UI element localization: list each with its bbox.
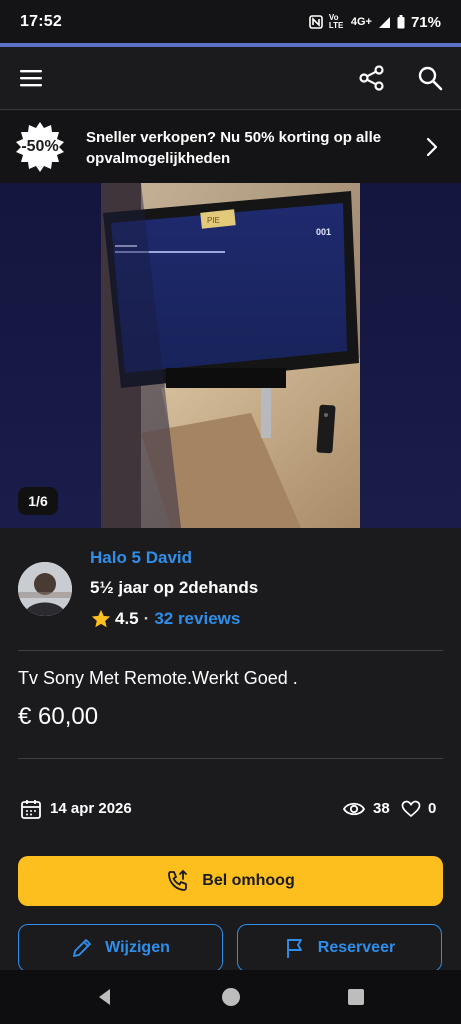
network-label: 4G+ [350,16,372,28]
view-count: 38 [373,800,390,817]
listing-date: 14 apr 2026 [50,800,132,817]
reserve-button-label: Reserveer [317,939,396,956]
hamburger-icon [20,70,42,87]
pencil-icon [73,939,92,957]
tv-sticker-text: PIE [207,216,220,225]
listing-photo[interactable]: 001 PIE [101,183,360,528]
home-icon[interactable] [221,987,241,1007]
seller-rating: 4.5 · 32 reviews [90,608,240,630]
flag-icon [286,939,302,958]
nfc-icon [309,15,323,29]
rating-value: 4.5 [115,609,139,628]
app-bar [0,47,461,110]
reserve-button[interactable]: Reserveer [237,924,442,972]
search-button[interactable] [413,61,447,95]
phone-arrow-icon [168,870,188,891]
heart-icon [401,800,421,818]
recents-icon[interactable] [346,987,366,1007]
signal-icon [378,16,390,28]
tv-channel-number: 001 [316,227,331,237]
status-time: 17:52 [20,13,62,30]
seller-card[interactable]: Halo 5 David 5½ jaar op 2dehands 4.5 · 3… [0,540,461,640]
like-count: 0 [428,800,437,817]
search-icon [418,66,443,91]
discount-badge-label: -50% [21,138,59,155]
edit-button[interactable]: Wijzigen [18,924,223,972]
system-nav-bar [0,970,461,1024]
promo-text: Sneller verkopen? Nu 50% korting op alle… [86,129,382,167]
menu-button[interactable] [14,61,48,95]
seller-avatar[interactable] [18,562,72,616]
listing-meta: 14 apr 2026 38 0 [0,795,461,825]
photo-counter: 1/6 [18,487,58,515]
bump-button[interactable]: Bel omhoog [18,856,443,906]
status-bar: 17:52 Vo LTE 4G+ 71% [0,0,461,44]
chevron-right-icon [426,137,438,157]
avatar-image [18,562,72,616]
seller-name[interactable]: Halo 5 David [90,548,192,568]
battery-percent: 71% [410,13,441,31]
reviews-link[interactable]: 32 reviews [154,609,240,629]
share-button[interactable] [355,61,389,95]
listing-title: Tv Sony Met Remote.Werkt Goed . [18,668,298,688]
promo-banner[interactable]: -50% Sneller verkopen? Nu 50% korting op… [0,111,461,183]
divider [18,758,443,759]
volte-label: Vo LTE [328,13,344,30]
bump-button-label: Bel omhoog [202,872,295,889]
listing-price: € 60,00 [18,703,99,730]
discount-badge: -50% [14,121,66,173]
star-icon [91,609,111,628]
status-icons: Vo LTE 4G+ 71% [309,14,441,31]
back-icon[interactable] [95,987,115,1007]
edit-button-label: Wijzigen [105,939,170,956]
rating-separator: · [143,609,150,628]
divider [18,650,443,651]
calendar-icon [21,800,41,819]
eye-icon [343,802,365,816]
seller-membership: 5½ jaar op 2dehands [90,578,259,597]
share-icon [359,65,384,91]
photo-gallery[interactable]: 001 PIE [0,183,461,528]
tv-photo-image: 001 PIE [101,183,360,528]
battery-icon [397,15,405,29]
